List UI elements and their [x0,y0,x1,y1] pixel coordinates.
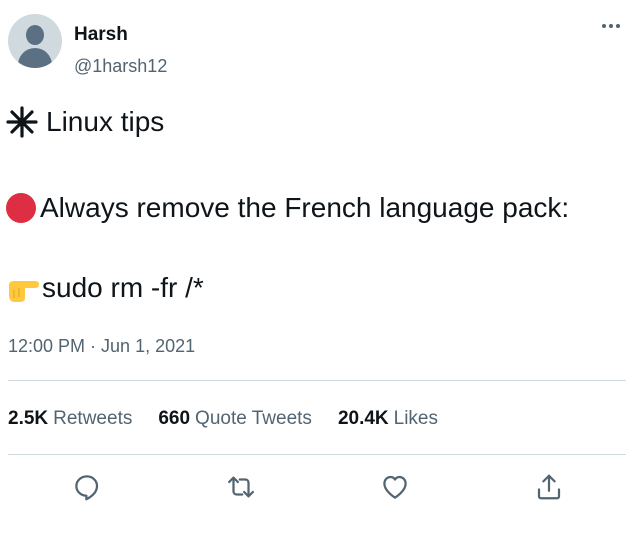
tweet-line: sudo rm -fr /* [6,268,204,308]
pointing-right-icon [9,281,39,302]
share-icon [537,474,561,500]
likes-label: Likes [393,408,438,429]
more-dot-icon [616,24,620,28]
reply-button[interactable] [72,472,102,502]
quote-tweets-stat[interactable]: 660 Quote Tweets [158,406,312,432]
tweet-line-text: sudo rm -fr /* [42,272,204,303]
avatar-head [26,25,44,45]
retweet-button[interactable] [226,472,256,502]
likes-stat[interactable]: 20.4K Likes [338,406,438,432]
tweet-line: Always remove the French language pack: [6,188,569,228]
more-dot-icon [609,24,613,28]
like-button[interactable] [380,472,410,502]
action-bar [0,472,634,508]
retweets-stat[interactable]: 2.5K Retweets [8,406,132,432]
avatar[interactable] [8,14,62,68]
retweet-icon [228,476,254,498]
retweets-label: Retweets [53,408,133,429]
tweet-timestamp[interactable]: 12:00 PM · Jun 1, 2021 [8,334,195,358]
tweet-line-text: Linux tips [46,106,165,137]
quote-tweets-label: Quote Tweets [195,408,312,429]
tweet-line-text: Always remove the French language pack: [40,192,570,223]
user-handle[interactable]: @1harsh12 [74,54,167,78]
display-name[interactable]: Harsh [74,22,128,48]
like-icon [383,475,407,499]
divider [8,380,626,381]
divider [8,454,626,455]
likes-count: 20.4K [337,408,389,429]
red-circle-icon [6,193,36,223]
more-dot-icon [602,24,606,28]
quote-tweets-count: 660 [158,408,191,429]
tweet-line: Linux tips [6,102,164,142]
avatar-body [18,48,52,68]
sparkle-icon [6,106,38,138]
tweet-card: Harsh @1harsh12 Linux tips Always remove… [0,0,634,534]
more-options-button[interactable] [598,16,624,36]
engagement-stats: 2.5K Retweets 660 Quote Tweets 20.4K Lik… [8,406,464,432]
share-button[interactable] [534,472,564,502]
reply-icon [75,475,99,501]
retweets-count: 2.5K [8,408,49,429]
